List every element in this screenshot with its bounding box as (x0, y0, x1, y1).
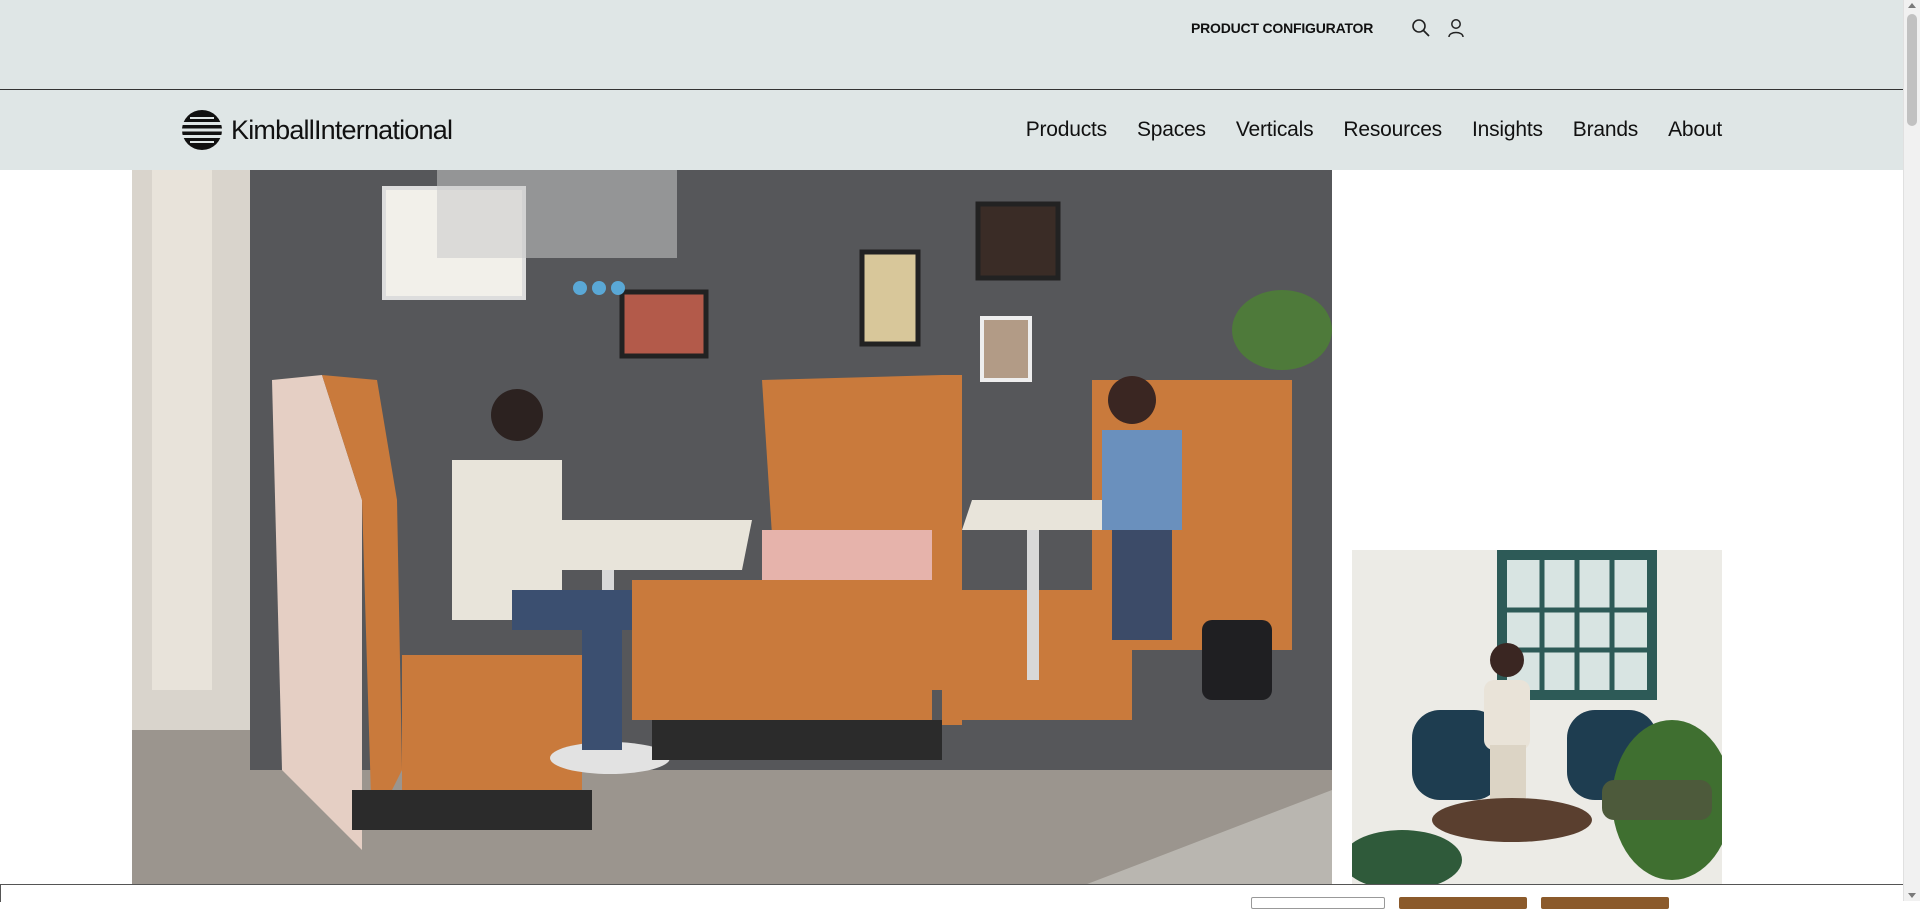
nav-item-about[interactable]: About (1668, 118, 1722, 142)
cookie-banner (0, 884, 1903, 909)
hero-illustration (132, 170, 1332, 886)
main-navigation: KimballInternational Products Spaces Ver… (0, 90, 1904, 170)
utility-bar: PRODUCT CONFIGURATOR (0, 0, 1904, 90)
side-illustration (1352, 550, 1722, 886)
product-configurator-link[interactable]: PRODUCT CONFIGURATOR (1191, 20, 1373, 36)
nav-item-insights[interactable]: Insights (1472, 118, 1543, 142)
user-icon[interactable] (1446, 18, 1466, 38)
page-scrollbar[interactable] (1903, 0, 1920, 901)
search-icon[interactable] (1411, 18, 1431, 38)
cookie-settings-button[interactable] (1251, 897, 1385, 909)
scroll-up-arrow-icon[interactable] (1908, 3, 1916, 8)
nav-item-brands[interactable]: Brands (1573, 118, 1639, 142)
scroll-down-arrow-icon[interactable] (1908, 893, 1916, 898)
nav-menu: Products Spaces Verticals Resources Insi… (996, 118, 1723, 142)
nav-item-resources[interactable]: Resources (1343, 118, 1442, 142)
hero-image-booth-seating (132, 170, 1332, 886)
nav-item-verticals[interactable]: Verticals (1236, 118, 1314, 142)
side-image-lounge (1352, 550, 1722, 886)
logo-wordmark: KimballInternational (231, 114, 453, 146)
logo-mark-icon (182, 110, 222, 150)
scroll-thumb[interactable] (1907, 14, 1917, 126)
nav-item-products[interactable]: Products (1026, 118, 1107, 142)
cookie-reject-button[interactable] (1399, 897, 1527, 909)
logo-brand-bold: Kimball (231, 114, 315, 145)
cookie-accept-button[interactable] (1541, 897, 1669, 909)
kimball-logo[interactable]: KimballInternational (181, 109, 453, 151)
logo-brand-rest: International (313, 114, 453, 145)
nav-item-spaces[interactable]: Spaces (1137, 118, 1206, 142)
